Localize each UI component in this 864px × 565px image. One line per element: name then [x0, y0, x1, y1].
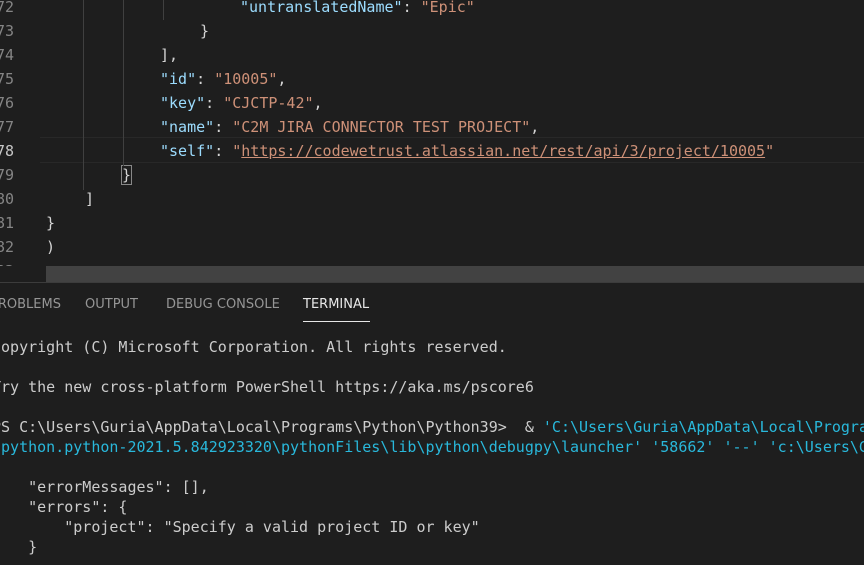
tab-problems[interactable]: PROBLEMS — [0, 297, 61, 312]
terminal-text: PS C:\Users\Guria\AppData\Local\Programs… — [0, 418, 543, 436]
code-text: "key": "CJCTP-42", — [160, 91, 323, 115]
code-text: "id": "10005", — [160, 67, 286, 91]
code-line[interactable]: 75 "id": "10005", — [0, 67, 864, 91]
terminal-line: Try the new cross-platform PowerShell ht… — [0, 377, 856, 397]
terminal-line: "errors": { — [0, 497, 856, 517]
code-line[interactable]: 73} — [0, 19, 864, 43]
json-string: "10005" — [214, 70, 278, 88]
code-text: ) — [46, 235, 55, 259]
terminal-text: "errorMessages": [], — [0, 478, 209, 496]
json-string: "C2M JIRA CONNECTOR TEST PROJECT" — [232, 118, 531, 136]
tab-debug-console[interactable]: DEBUG CONSOLE — [166, 297, 280, 312]
tab-output[interactable]: OUTPUT — [85, 297, 138, 312]
terminal-text: } — [28, 538, 38, 556]
punctuation: : — [205, 94, 224, 112]
tab-terminal[interactable]: TERMINAL — [303, 297, 369, 312]
horizontal-scrollbar[interactable] — [46, 266, 864, 282]
code-text: "name": "C2M JIRA CONNECTOR TEST PROJECT… — [160, 115, 539, 139]
code-text: } — [46, 211, 55, 235]
punctuation: , — [313, 94, 323, 112]
line-number: 78 — [0, 142, 14, 160]
terminal-line: Copyright (C) Microsoft Corporation. All… — [0, 337, 856, 357]
json-key: "name" — [160, 118, 215, 136]
json-string: "CJCTP-42" — [223, 94, 314, 112]
json-key: "key" — [160, 94, 206, 112]
line-number: 80 — [0, 190, 14, 208]
terminal-line: PS C:\Users\Guria\AppData\Local\Programs… — [0, 417, 864, 437]
json-key: "self" — [160, 142, 215, 160]
url-link[interactable]: https://codewetrust.atlassian.net/rest/a… — [241, 142, 765, 160]
indent-guide — [163, 0, 164, 20]
terminal-line: "errorMessages": [], — [0, 477, 856, 497]
json-key: "id" — [160, 70, 197, 88]
code-line[interactable]: 81} — [0, 211, 864, 235]
punctuation: , — [530, 118, 540, 136]
json-string: " — [765, 142, 775, 160]
line-number: 75 — [0, 70, 14, 88]
code-line[interactable]: 82) — [0, 235, 864, 259]
terminal-text: Try the new cross-platform PowerShell ht… — [0, 378, 534, 396]
line-number: 73 — [0, 22, 14, 40]
punctuation: : — [214, 142, 233, 160]
code-text: ] — [85, 187, 94, 211]
code-line[interactable]: 80] — [0, 187, 864, 211]
code-line[interactable]: 83 — [0, 259, 864, 266]
punctuation: ] — [85, 190, 95, 208]
code-line[interactable]: 79} — [0, 163, 864, 187]
terminal-path-text: \python.python-2021.5.842923320\pythonFi… — [0, 438, 864, 456]
line-number: 81 — [0, 214, 14, 232]
line-number: 76 — [0, 94, 14, 112]
terminal-line: "project": "Specify a valid project ID o… — [0, 517, 856, 537]
terminal-text: "project": "Specify a valid project ID o… — [0, 518, 480, 536]
panel-tabs: PROBLEMS OUTPUT DEBUG CONSOLE TERMINAL — [0, 283, 864, 323]
line-number: 79 — [0, 166, 14, 184]
punctuation: ) — [46, 238, 56, 256]
line-number: 72 — [0, 0, 14, 16]
active-tab-indicator — [303, 321, 370, 322]
punctuation: : — [214, 118, 233, 136]
code-line[interactable]: 74], — [0, 43, 864, 67]
punctuation: } — [120, 165, 133, 185]
code-line[interactable]: 78 "self": "https://codewetrust.atlassian… — [0, 139, 864, 163]
code-line[interactable]: 72 "untranslatedName": "Epic" — [0, 0, 864, 19]
line-number: 74 — [0, 46, 14, 64]
punctuation: ], — [160, 46, 179, 64]
code-text: } — [120, 163, 133, 187]
indent-guide — [83, 0, 84, 190]
terminal-text: "errors": { — [0, 498, 128, 516]
json-key: "untranslatedName" — [240, 0, 403, 16]
terminal-line: } — [0, 537, 856, 557]
punctuation: , — [277, 70, 287, 88]
code-line[interactable]: 76 "key": "CJCTP-42", — [0, 91, 864, 115]
code-line[interactable]: 77 "name": "C2M JIRA CONNECTOR TEST PROJE… — [0, 115, 864, 139]
line-number: 82 — [0, 238, 14, 256]
json-string: " — [232, 142, 242, 160]
terminal-path-text: 'C:\Users\Guria\AppData\Local\Programs\P… — [542, 418, 864, 436]
punctuation: } — [46, 214, 56, 232]
bottom-panel: PROBLEMS OUTPUT DEBUG CONSOLE TERMINAL C… — [0, 282, 864, 565]
line-number: 77 — [0, 118, 14, 136]
punctuation: : — [196, 70, 215, 88]
indent-guide — [123, 0, 124, 166]
terminal-output[interactable]: Copyright (C) Microsoft Corporation. All… — [0, 337, 864, 557]
code-text: "self": "https://codewetrust.atlassian.n… — [160, 139, 774, 163]
punctuation: : — [402, 0, 421, 16]
code-text: "untranslatedName": "Epic" — [240, 0, 475, 19]
terminal-line: \python.python-2021.5.842923320\pythonFi… — [0, 437, 864, 457]
json-string: "Epic" — [420, 0, 475, 16]
code-editor[interactable]: 72 "untranslatedName": "Epic" 73} 74], 75 "id… — [0, 0, 864, 266]
punctuation: } — [200, 22, 210, 40]
code-text: ], — [160, 43, 178, 67]
line-number: 83 — [0, 259, 14, 266]
terminal-text: Copyright (C) Microsoft Corporation. All… — [0, 338, 507, 356]
code-text: } — [200, 19, 209, 43]
